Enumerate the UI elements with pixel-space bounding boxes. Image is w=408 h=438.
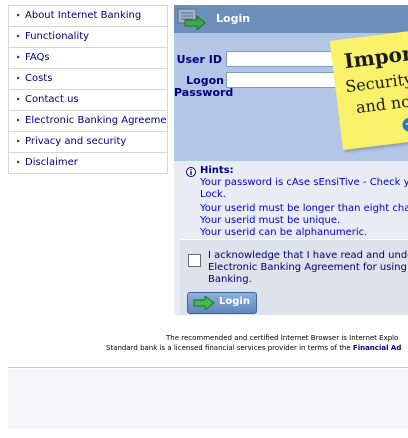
acknowledge-checkbox[interactable] <box>188 254 201 267</box>
hint-case-sensitive: Your password is cAse sEnsiTive - Check … <box>200 177 408 188</box>
sticky-note-line1: Import <box>342 39 408 74</box>
important-sticky-note: Import Security and not ➜ <box>329 29 408 151</box>
nav-item-label: FAQs <box>25 52 50 63</box>
hints-title: Hints: <box>200 165 234 176</box>
nav-item-privacy-and-security[interactable]: ‣ Privacy and security <box>9 132 167 153</box>
divider <box>8 367 408 368</box>
nav-item-electronic-banking-agreement[interactable]: ‣ Electronic Banking Agreement <box>9 111 167 132</box>
caret-right-icon: ‣ <box>16 53 21 62</box>
hint-case-sensitive-cont: Lock. <box>200 189 226 200</box>
hint-userid-length: Your userid must be longer than eight ch… <box>200 203 408 214</box>
side-nav: ‣ About Internet Banking ‣ Functionality… <box>8 5 168 174</box>
user-id-label: User ID <box>176 53 222 66</box>
login-button[interactable]: Login <box>187 292 257 314</box>
nav-item-functionality[interactable]: ‣ Functionality <box>9 27 167 48</box>
password-label: Logon Password <box>174 75 233 99</box>
nav-item-disclaimer[interactable]: ‣ Disclaimer <box>9 153 167 174</box>
acknowledge-line3: Banking. <box>208 274 252 285</box>
info-icon <box>186 167 196 177</box>
nav-item-label: Electronic Banking Agreement <box>25 115 167 126</box>
caret-right-icon: ‣ <box>16 11 21 20</box>
login-title: Login <box>216 12 251 25</box>
caret-right-icon: ‣ <box>16 32 21 41</box>
nav-item-label: Contact us <box>25 94 79 105</box>
green-arrow-icon <box>193 296 215 310</box>
caret-right-icon: ‣ <box>16 158 21 167</box>
hint-userid-unique: Your userid must be unique. <box>200 215 341 226</box>
password-input[interactable] <box>226 72 340 88</box>
browser-notice: The recommended and certified Internet B… <box>166 334 399 342</box>
login-button-label: Login <box>219 296 250 307</box>
financial-advisory-link[interactable]: Financial Ad <box>353 344 401 352</box>
nav-item-label: Disclaimer <box>25 157 78 168</box>
nav-item-label: Functionality <box>25 31 90 42</box>
login-arrow-icon <box>177 8 206 30</box>
nav-item-faqs[interactable]: ‣ FAQs <box>9 48 167 69</box>
caret-right-icon: ‣ <box>16 137 21 146</box>
bottom-panel <box>8 369 408 429</box>
nav-item-contact-us[interactable]: ‣ Contact us <box>9 90 167 111</box>
licence-notice: Standard bank is a licensed financial se… <box>106 344 401 352</box>
arrow-right-icon[interactable]: ➜ <box>401 116 408 133</box>
sticky-note-line3: and not <box>354 90 408 118</box>
nav-item-label: Privacy and security <box>25 136 127 147</box>
nav-item-about-internet-banking[interactable]: ‣ About Internet Banking <box>9 5 167 27</box>
acknowledge-text: I acknowledge that I have read and under… <box>208 250 408 286</box>
acknowledge-line1: I acknowledge that I have read and under… <box>208 250 408 261</box>
login-header: Login <box>174 5 408 33</box>
user-id-input[interactable] <box>226 51 340 67</box>
licence-notice-text: Standard bank is a licensed financial se… <box>106 344 351 352</box>
caret-right-icon: ‣ <box>16 95 21 104</box>
nav-item-costs[interactable]: ‣ Costs <box>9 69 167 90</box>
login-panel: Login User ID Logon Password Import Secu… <box>174 5 408 315</box>
hint-userid-alphanumeric: Your userid can be alphanumeric. <box>200 227 368 238</box>
acknowledge-box: I acknowledge that I have read and under… <box>180 239 408 315</box>
nav-item-label: About Internet Banking <box>25 10 142 21</box>
caret-right-icon: ‣ <box>16 116 21 125</box>
password-label-line2: Password <box>174 86 234 99</box>
nav-item-label: Costs <box>25 73 53 84</box>
caret-right-icon: ‣ <box>16 74 21 83</box>
acknowledge-line2: Electronic Banking Agreement for using I… <box>208 262 408 273</box>
